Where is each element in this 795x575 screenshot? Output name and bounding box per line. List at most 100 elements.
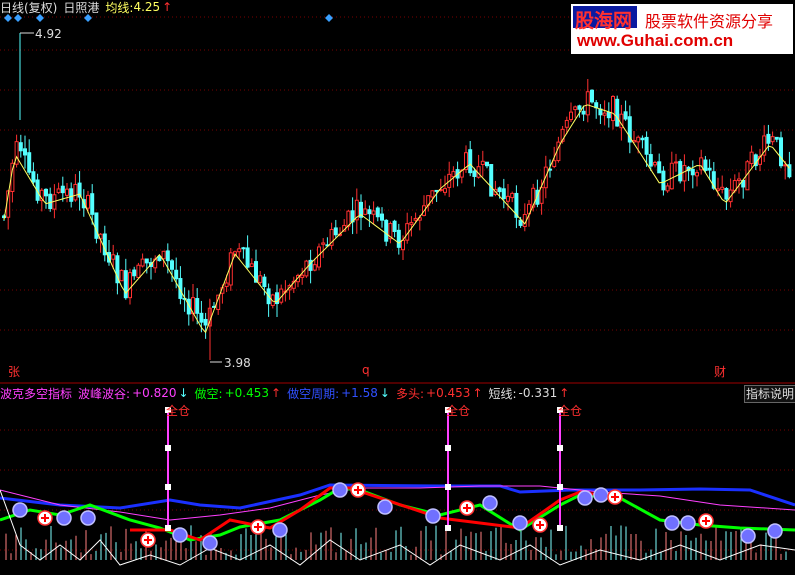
purple-dot-icon [680,515,696,531]
candle-body [413,217,418,221]
candle-body [640,137,645,141]
candle-body [779,137,783,167]
candlestick-series [2,33,792,360]
up-arrow-icon: ↑ [472,386,483,400]
candle-body [665,185,670,192]
candle-body [161,250,166,260]
signal-node [557,484,563,490]
up-arrow-icon: ↑ [271,386,282,400]
long-value: +0.453 [426,386,471,400]
purple-dot-icon [767,523,783,539]
candle-body [510,192,515,199]
candle-body [602,112,607,116]
candle-body [489,164,494,197]
purple-dot-icon [202,535,218,551]
candle-body [434,189,439,192]
candle-body [451,171,456,178]
candle-body [577,105,582,110]
wave-value: +0.820 [132,386,177,400]
watermark-url: www.Guhai.com.cn [577,31,734,50]
candle-body [111,254,116,260]
watermark-slogan: 股票软件资源分享 [645,12,774,31]
candle-body [44,188,48,197]
low-price-label: 3.98 [224,356,251,370]
ma-label: 均线: [105,0,134,15]
candle-body [144,258,149,264]
candle-body [690,168,695,176]
candle-body [136,264,141,278]
candle-body [333,227,338,236]
signal-label-3: 全仓 [558,404,583,418]
long-label: 多头: [395,386,425,401]
candle-body [615,98,620,127]
signal-label-1: 全仓 [166,404,191,418]
candle-body [321,242,326,245]
candle-body [140,258,145,267]
candle-body [249,263,254,268]
candle-body [170,260,174,270]
candle-body [716,188,720,191]
purple-dot-icon [664,515,680,531]
candle-body [674,161,678,164]
candle-body [128,272,132,299]
indicator-name[interactable]: 波克多空指标 [0,385,72,402]
candle-body [312,264,317,271]
candle-body [770,136,775,143]
candle-body [695,172,699,177]
period-label[interactable]: 日线(复权) [0,0,57,16]
purple-dot-icon [577,490,593,506]
candle-body [86,194,90,209]
cycle-value: +1.58 [341,386,378,400]
candle-body [678,161,683,182]
cycle-label: 做空周期: [287,386,340,401]
candle-body [472,170,477,177]
candle-body [497,187,502,193]
candle-body [94,212,99,239]
marker-zhang: 张 [8,365,21,379]
purple-dot-icon [56,510,72,526]
candle-body [443,188,447,193]
candle-body [363,208,368,215]
candle-body [18,142,23,152]
signal-node [165,484,171,490]
candle-body [119,269,124,282]
top-signal-diamonds [4,14,333,363]
purple-dot-icon [12,502,28,518]
candle-body [506,195,510,202]
candle-body [157,256,162,262]
indicator-help-button[interactable]: 指标说明 [744,385,795,403]
candle-body [707,167,712,171]
candle-body [606,111,611,119]
candle-body [48,193,53,210]
candle-body [552,160,557,168]
purple-dot-icon [377,499,393,515]
candle-body [56,188,61,194]
marker-q: q [362,363,370,377]
candle-body [611,95,615,122]
candle-body [430,190,435,198]
candle-body [165,250,170,262]
candle-body [564,119,569,128]
signal-node [557,525,563,531]
candle-body [90,193,95,215]
moving-average-line [3,104,790,334]
candle-body [648,154,653,167]
grid-lines [0,16,795,551]
signal-label-2: 全仓 [446,404,471,418]
candle-body [653,161,657,166]
signal-node [445,484,451,490]
green-signal-line [0,486,795,542]
candle-body [69,188,74,202]
candle-body [657,161,662,174]
candle-body [661,170,666,191]
kline-chart-canvas[interactable] [0,0,795,575]
candle-body [300,274,305,278]
purple-dot-icon [80,510,96,526]
short-label: 做空: [194,386,223,401]
candle-body [31,171,36,183]
candle-body [720,186,725,190]
candle-body [468,149,473,174]
candle-body [480,160,485,165]
down-arrow-icon: ↓ [379,386,390,400]
wave-label: 波峰波谷: [78,386,131,401]
